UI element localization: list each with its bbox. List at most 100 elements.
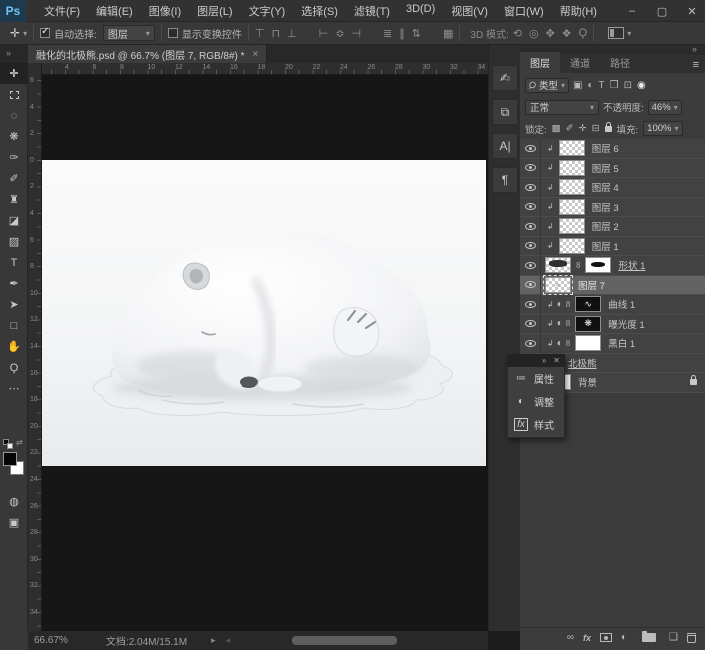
menu-item-4[interactable]: 图层(L)	[189, 3, 240, 19]
character-panel-icon[interactable]: A|	[492, 133, 518, 159]
menu-item-5[interactable]: 文字(Y)	[241, 3, 294, 19]
layer-row[interactable]: ↲图层 6	[520, 139, 705, 159]
visibility-toggle[interactable]	[520, 334, 541, 353]
shape-tool[interactable]: □	[0, 315, 28, 336]
layer-thumbnail[interactable]	[559, 238, 585, 254]
distribute-spacing-icon[interactable]: ⇅	[412, 27, 421, 40]
lasso-tool[interactable]: ◌	[0, 105, 28, 126]
menu-item-11[interactable]: 帮助(H)	[552, 3, 605, 19]
layer-name[interactable]: 图层 6	[592, 141, 619, 155]
panel-menu-icon[interactable]: ≡	[693, 59, 699, 71]
3d-orbit-icon[interactable]: ⟲	[513, 27, 522, 40]
visibility-toggle[interactable]	[520, 237, 541, 256]
history-panel-icon[interactable]: ✍	[492, 65, 518, 91]
swap-colors-icon[interactable]: ⇄	[16, 438, 23, 447]
add-mask-icon[interactable]	[600, 633, 612, 642]
layer-thumbnail[interactable]	[559, 160, 585, 176]
layer-thumbnail[interactable]	[559, 179, 585, 195]
layer-name[interactable]: 图层 4	[592, 180, 619, 194]
document-canvas[interactable]	[42, 160, 486, 466]
show-transform-checkbox[interactable]	[168, 28, 178, 38]
clone-stamp-tool[interactable]: ♜	[0, 189, 28, 210]
3d-pan-icon[interactable]: ✥	[546, 27, 555, 40]
layer-thumbnail[interactable]	[559, 140, 585, 156]
document-tab[interactable]: 融化的北极熊.psd @ 66.7% (图层 7, RGB/8#) * ×	[28, 45, 267, 63]
maximize-button[interactable]: ▢	[655, 5, 669, 18]
align-top-edges-icon[interactable]: ⊤	[255, 27, 265, 40]
lock-move-icon[interactable]: ✛	[579, 123, 587, 134]
auto-select-target-dropdown[interactable]: 图层 ▾	[103, 25, 155, 41]
lock-paint-icon[interactable]: ✐	[566, 123, 574, 134]
adjustment-layer-icon[interactable]: ◐	[621, 632, 627, 643]
layer-row[interactable]: ≈图层 7	[520, 276, 705, 296]
vector-mask-thumbnail[interactable]	[585, 257, 611, 273]
layer-name[interactable]: 曝光度 1	[608, 317, 644, 331]
horizontal-scrollbar-thumb[interactable]	[292, 636, 397, 645]
scroll-left-arrow-icon[interactable]: ◂	[226, 635, 231, 646]
adjustments-panel-item[interactable]: ◐调整	[508, 390, 564, 413]
layer-name[interactable]: 图层 1	[592, 239, 619, 253]
filter-pixel-layers-icon[interactable]: ▣	[573, 80, 582, 91]
canvas-area[interactable]: 46810121416182022242628303234 6420246810…	[28, 63, 488, 631]
visibility-toggle[interactable]	[520, 178, 541, 197]
blend-mode-dropdown[interactable]: 正常 ▾	[525, 100, 599, 115]
layer-name[interactable]: 图层 7	[578, 278, 605, 292]
new-group-icon[interactable]	[642, 633, 656, 642]
layer-row[interactable]: ↲图层 4	[520, 178, 705, 198]
filter-type-layers-icon[interactable]: T	[599, 80, 605, 91]
filter-type-dropdown[interactable]: Ϙ 类型 ▾	[525, 78, 569, 93]
opacity-dropdown[interactable]: 46% ▾	[648, 100, 682, 115]
tool-preset-caret-icon[interactable]: ▾	[23, 29, 27, 38]
panel-collapse-icon[interactable]: »	[692, 44, 697, 54]
3d-zoom-icon[interactable]: Ϙ	[579, 27, 588, 39]
menu-item-10[interactable]: 窗口(W)	[496, 3, 552, 19]
zoom-tool[interactable]: Ϙ	[0, 357, 28, 378]
layer-name[interactable]: 北极熊	[568, 356, 597, 370]
visibility-toggle[interactable]	[520, 256, 541, 275]
layer-row[interactable]: ↲◐8∿曲线 1	[520, 295, 705, 315]
marquee-tool[interactable]	[0, 84, 28, 105]
filter-shape-layers-icon[interactable]: ❒	[610, 80, 619, 91]
adjustment-mask-thumbnail[interactable]	[575, 335, 601, 351]
visibility-toggle[interactable]	[520, 315, 541, 334]
pen-tool[interactable]: ✒	[0, 273, 28, 294]
screen-mode-toggle[interactable]: ▣	[0, 512, 28, 533]
more-tools[interactable]: ⋯	[0, 378, 28, 399]
new-layer-icon[interactable]: ❑	[669, 632, 678, 643]
layer-name[interactable]: 形状 1	[618, 258, 645, 272]
move-tool[interactable]: ✛	[0, 63, 28, 84]
fill-dropdown[interactable]: 100% ▾	[643, 121, 682, 136]
hand-tool[interactable]: ✋	[0, 336, 28, 357]
layer-name[interactable]: 黑白 1	[608, 336, 635, 350]
tab-通道[interactable]: 通道	[560, 52, 600, 73]
layer-thumbnail[interactable]	[559, 218, 585, 234]
distribute-horizontal-icon[interactable]: ∥	[399, 27, 405, 40]
default-colors-bg-icon[interactable]	[7, 443, 13, 449]
layer-style-icon[interactable]: fx	[583, 633, 591, 643]
adjustment-mask-thumbnail[interactable]: ❋	[575, 316, 601, 332]
eyedropper-tool[interactable]: ✑	[0, 147, 28, 168]
layer-row[interactable]: 8形状 1	[520, 256, 705, 276]
link-layers-icon[interactable]: ∞	[567, 632, 574, 643]
properties-panel-item[interactable]: ≔属性	[508, 367, 564, 390]
align-vertical-centers-icon[interactable]: ⊓	[271, 27, 280, 40]
delete-layer-icon[interactable]	[687, 633, 696, 643]
filter-adjustment-layers-icon[interactable]: ◐	[588, 80, 594, 91]
menu-item-8[interactable]: 3D(D)	[398, 3, 443, 19]
toolbar-collapse-icon[interactable]: »	[6, 48, 11, 58]
tab-close-icon[interactable]: ×	[253, 49, 259, 60]
layer-name[interactable]: 图层 2	[592, 219, 619, 233]
menu-item-6[interactable]: 选择(S)	[293, 3, 346, 19]
3d-slide-icon[interactable]: ❖	[562, 27, 572, 40]
visibility-toggle[interactable]	[520, 276, 541, 295]
layer-row[interactable]: ↲图层 2	[520, 217, 705, 237]
eraser-tool[interactable]: ◪	[0, 210, 28, 231]
quick-selection-tool[interactable]: ❋	[0, 126, 28, 147]
gradient-tool[interactable]: ▨	[0, 231, 28, 252]
align-bottom-edges-icon[interactable]: ⊥	[287, 27, 297, 40]
layer-row[interactable]: ↲图层 5	[520, 159, 705, 179]
layer-name[interactable]: 图层 3	[592, 200, 619, 214]
flyout-close-icon[interactable]: ✕	[553, 356, 560, 365]
layer-name[interactable]: 曲线 1	[608, 297, 635, 311]
layer-row[interactable]: ↲◐8黑白 1	[520, 334, 705, 354]
